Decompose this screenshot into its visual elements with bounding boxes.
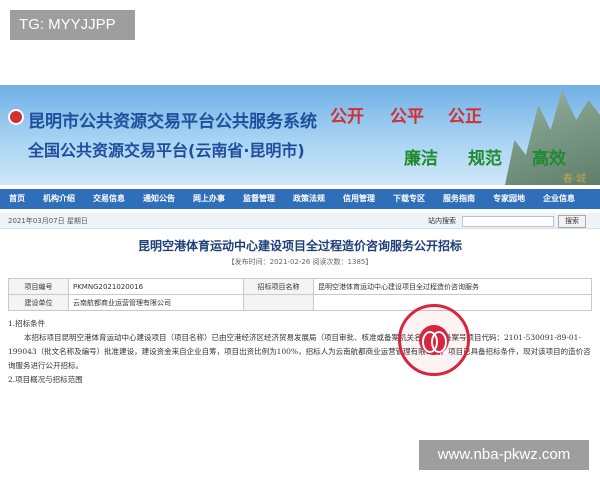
- search-label: 站内搜索: [428, 217, 456, 225]
- slogan-open: 公开: [330, 107, 364, 127]
- article-body: 1.招标条件 本招标项目昆明空港体育运动中心建设项目（项目名称）已由空港经济区经…: [8, 317, 592, 387]
- slogan-clean: 廉洁: [404, 149, 438, 169]
- info-bar: 2021年03月07日 星期日 站内搜索 搜索: [0, 213, 600, 229]
- table-row: 建设单位 云南航都商业运营管理有限公司: [8, 294, 593, 311]
- nav-notices[interactable]: 通知公告: [134, 189, 184, 209]
- cell-label-project-name: 招标项目名称: [242, 278, 314, 295]
- banner-title-primary: 昆明市公共资源交易平台公共服务系统: [28, 112, 317, 132]
- site-banner: 昆明市公共资源交易平台公共服务系统 全国公共资源交易平台(云南省·昆明市) 公开…: [0, 85, 600, 185]
- telegram-tag-overlay: TG: MYYJJPP: [10, 10, 135, 40]
- section-heading-overview: 2.项目概况与招标范围: [8, 375, 83, 384]
- section-paragraph: 本招标项目昆明空港体育运动中心建设项目（项目名称）已由空港经济区经济贸易发展局（…: [8, 333, 591, 370]
- cell-label-builder: 建设单位: [8, 294, 69, 311]
- nav-supervision[interactable]: 监督管理: [234, 189, 284, 209]
- screenshot-webpage: 昆明市公共资源交易平台公共服务系统 全国公共资源交易平台(云南省·昆明市) 公开…: [0, 85, 600, 395]
- main-nav: 首页 机构介绍 交易信息 通知公告 网上办事 监督管理 政策法规 信用管理 下载…: [0, 189, 600, 209]
- slogan-fair: 公平: [390, 107, 424, 127]
- nav-trade-info[interactable]: 交易信息: [84, 189, 134, 209]
- nav-about[interactable]: 机构介绍: [34, 189, 84, 209]
- section-heading-conditions: 1.招标条件: [8, 319, 46, 328]
- table-row: 项目编号 PKMNG2021020016 招标项目名称 昆明空港体育运动中心建设…: [8, 278, 593, 295]
- seal-emblem-icon: [419, 325, 449, 355]
- nav-downloads[interactable]: 下载专区: [384, 189, 434, 209]
- article-title: 昆明空港体育运动中心建设项目全过程造价咨询服务公开招标: [137, 239, 462, 253]
- banner-title-secondary: 全国公共资源交易平台(云南省·昆明市): [28, 141, 305, 160]
- nav-home[interactable]: 首页: [0, 189, 34, 209]
- current-date: 2021年03月07日 星期日: [8, 217, 88, 225]
- nav-enterprise[interactable]: 企业信息: [534, 189, 584, 209]
- slogan-standard: 规范: [468, 149, 502, 169]
- cell-builder: 云南航都商业运营管理有限公司: [68, 294, 244, 311]
- slogan-just: 公正: [448, 107, 482, 127]
- project-info-table: 项目编号 PKMNG2021020016 招标项目名称 昆明空港体育运动中心建设…: [8, 278, 593, 311]
- banner-corner-mark: 春·城: [562, 174, 586, 185]
- cell-empty-label: [242, 294, 314, 311]
- nav-online-services[interactable]: 网上办事: [184, 189, 234, 209]
- site-logo-icon: [8, 109, 24, 125]
- article-meta: 【发布时间：2021-02-26 阅读次数：1385】: [227, 258, 373, 266]
- cell-project-name: 昆明空港体育运动中心建设项目全过程造价咨询服务: [312, 278, 593, 295]
- nav-policies[interactable]: 政策法规: [284, 189, 334, 209]
- nav-service-guide[interactable]: 服务指南: [434, 189, 484, 209]
- company-seal-icon: [398, 304, 470, 376]
- cell-empty: [312, 294, 593, 311]
- nav-credit[interactable]: 信用管理: [334, 189, 384, 209]
- nav-experts[interactable]: 专家园地: [484, 189, 534, 209]
- slogan-efficient: 高效: [532, 149, 566, 169]
- url-watermark-overlay: www.nba-pkwz.com: [419, 440, 589, 470]
- site-search-input[interactable]: [462, 216, 554, 227]
- cell-label-project-no: 项目编号: [8, 278, 69, 295]
- search-button[interactable]: 搜索: [558, 215, 586, 228]
- cell-project-no: PKMNG2021020016: [68, 278, 244, 295]
